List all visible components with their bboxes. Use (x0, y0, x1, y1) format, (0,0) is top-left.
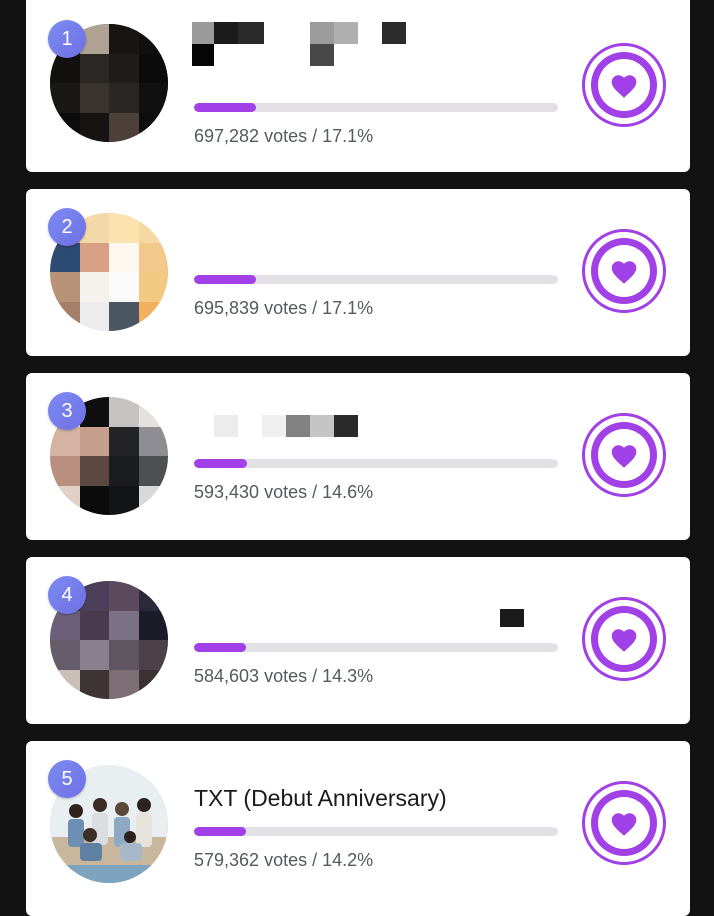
vote-progress-fill (194, 459, 248, 468)
heart-icon (611, 812, 637, 836)
candidate-name (192, 209, 572, 267)
heart-icon (611, 444, 637, 468)
vote-count: 584,603 votes / 14.3% (194, 666, 374, 686)
rank-badge: 3 (48, 392, 86, 430)
vote-count: 697,282 votes / 17.1% (194, 126, 374, 146)
vote-progress-fill (194, 827, 246, 836)
ranking-card[interactable]: 1 697,282 votes / 17.1% (26, 0, 690, 172)
heart-icon (611, 260, 637, 284)
redacted-name-block (214, 415, 238, 437)
vote-count: 695,839 votes / 17.1% (194, 298, 374, 318)
vote-progress-bar (194, 827, 558, 836)
vote-progress-fill (194, 643, 247, 652)
vote-progress-fill (194, 275, 257, 284)
vote-progress-fill (194, 103, 257, 112)
vote-count: 593,430 votes / 14.6% (194, 482, 374, 502)
vote-count: 579,362 votes / 14.2% (194, 850, 374, 870)
vote-progress-bar (194, 275, 558, 284)
vote-heart-button[interactable] (582, 413, 666, 497)
redacted-name-block (310, 22, 334, 44)
redacted-name-block (262, 415, 286, 437)
redacted-name-block (192, 22, 214, 44)
candidate-name-text: TXT (Debut Anniversary) (194, 785, 447, 811)
candidate-name (192, 393, 572, 451)
ranking-card[interactable]: 2 695,839 votes / 17.1% (26, 189, 690, 356)
redacted-name-block (500, 609, 524, 627)
vote-progress-bar (194, 459, 558, 468)
vote-progress-bar (194, 643, 558, 652)
ranking-card[interactable]: 4 584,603 votes / 14.3% (26, 557, 690, 724)
redacted-name-block (334, 415, 358, 437)
rank-badge: 2 (48, 208, 86, 246)
heart-icon (611, 628, 637, 652)
ranking-card[interactable]: 3 593,430 votes / 14.6% (26, 373, 690, 540)
rank-badge: 5 (48, 760, 86, 798)
redacted-name-block (192, 44, 214, 66)
rank-badge: 1 (48, 20, 86, 58)
redacted-name-block (334, 22, 358, 44)
heart-icon (611, 74, 637, 98)
redacted-name-block (382, 22, 406, 44)
candidate-name (192, 22, 572, 80)
vote-heart-button[interactable] (582, 781, 666, 865)
rank-badge: 4 (48, 576, 86, 614)
vote-heart-button[interactable] (582, 597, 666, 681)
vote-heart-button[interactable] (582, 43, 666, 127)
candidate-name: TXT (Debut Anniversary) (192, 761, 572, 819)
vote-heart-button[interactable] (582, 229, 666, 313)
vote-progress-bar (194, 103, 558, 112)
redacted-name-block (238, 22, 264, 44)
redacted-name-block (310, 415, 334, 437)
redacted-name-block (214, 22, 238, 44)
ranking-card[interactable]: 5 TXT (Debut Anniversary) 579,362 votes … (26, 741, 690, 916)
candidate-name (192, 577, 572, 635)
redacted-name-block (310, 44, 334, 66)
redacted-name-block (286, 415, 310, 437)
